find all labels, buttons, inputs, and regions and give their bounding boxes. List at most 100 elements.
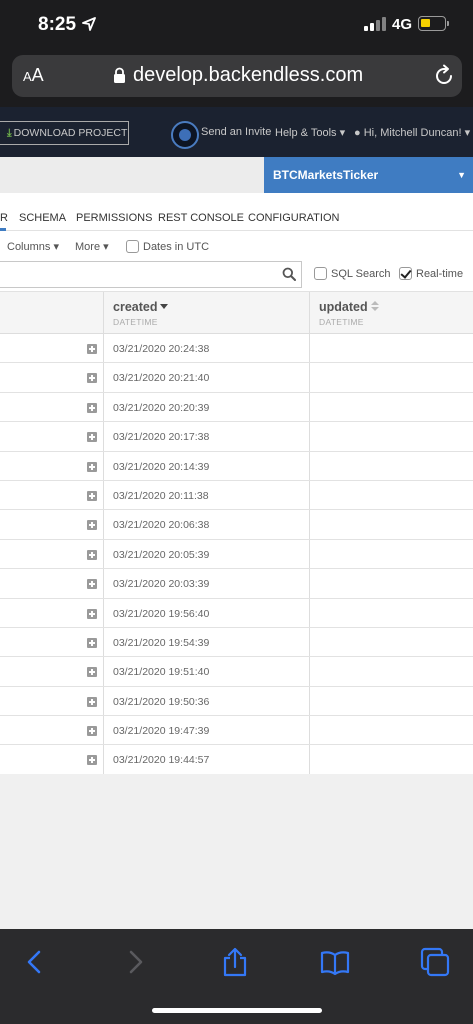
cell-created[interactable]: 03/21/2020 20:17:38 (103, 422, 309, 451)
expand-row-icon[interactable] (87, 520, 97, 531)
expand-row-icon[interactable] (87, 726, 97, 737)
expand-row-icon[interactable] (87, 549, 97, 560)
expand-row-icon[interactable] (87, 696, 97, 707)
search-input[interactable] (0, 261, 302, 288)
cell-created[interactable]: 03/21/2020 19:44:57 (103, 745, 309, 774)
table-row[interactable]: 03/21/2020 19:54:39 (0, 627, 473, 658)
cell-updated[interactable] (309, 451, 473, 480)
cell-updated[interactable] (309, 334, 473, 363)
sql-search-checkbox[interactable] (314, 267, 327, 280)
table-row[interactable]: 03/21/2020 20:24:38 (0, 334, 473, 364)
back-icon[interactable] (20, 947, 50, 977)
row-cell (0, 510, 103, 538)
table-row[interactable]: 03/21/2020 20:05:39 (0, 539, 473, 570)
cell-updated[interactable] (309, 392, 473, 422)
cell-updated[interactable] (309, 510, 473, 539)
table-row[interactable]: 03/21/2020 20:11:38 (0, 480, 473, 511)
cell-updated[interactable] (309, 539, 473, 569)
cell-created[interactable]: 03/21/2020 19:56:40 (103, 598, 309, 627)
columns-menu[interactable]: Columns ▾ (7, 240, 59, 253)
status-time: 8:25 (38, 14, 77, 35)
help-tools-menu[interactable]: Help & Tools ▾ (275, 126, 345, 139)
dates-utc-toggle[interactable]: Dates in UTC (126, 240, 209, 253)
expand-row-icon[interactable] (87, 461, 97, 472)
cell-updated[interactable] (309, 657, 473, 686)
row-cell (0, 422, 103, 450)
expand-row-icon[interactable] (87, 667, 97, 678)
bookmarks-icon[interactable] (320, 947, 350, 977)
dates-utc-checkbox[interactable] (126, 240, 139, 253)
table-row[interactable]: 03/21/2020 20:03:39 (0, 569, 473, 599)
reader-aa-button[interactable]: AA (23, 65, 44, 86)
row-cell (0, 393, 103, 421)
cell-created[interactable]: 03/21/2020 19:51:40 (103, 657, 309, 686)
expand-row-icon[interactable] (87, 490, 97, 501)
cell-created[interactable]: 03/21/2020 20:05:39 (103, 539, 309, 569)
cell-updated[interactable] (309, 745, 473, 774)
cell-updated[interactable] (309, 598, 473, 627)
expand-row-icon[interactable] (87, 608, 97, 619)
table-row[interactable]: 03/21/2020 19:44:57 (0, 745, 473, 775)
expand-row-icon[interactable] (87, 402, 97, 413)
cell-created[interactable]: 03/21/2020 20:14:39 (103, 451, 309, 480)
cell-updated[interactable] (309, 686, 473, 716)
table-row[interactable]: 03/21/2020 19:47:39 (0, 716, 473, 746)
table-row[interactable]: 03/21/2020 19:56:40 (0, 598, 473, 628)
row-cell (0, 745, 103, 773)
cell-updated[interactable] (309, 627, 473, 657)
user-menu[interactable]: ● Hi, Mitchell Duncan! ▾ (354, 126, 470, 139)
expand-row-icon[interactable] (87, 637, 97, 648)
sort-icon[interactable] (370, 301, 379, 312)
sort-descending-icon[interactable] (160, 304, 169, 309)
table-row[interactable]: 03/21/2020 19:50:36 (0, 686, 473, 717)
cell-updated[interactable] (309, 363, 473, 392)
app-selector[interactable]: BTCMarketsTicker ▼ (264, 157, 473, 193)
expand-row-icon[interactable] (87, 344, 97, 354)
download-project-button[interactable]: ⤓ DOWNLOAD PROJECT (0, 121, 129, 145)
table-row[interactable]: 03/21/2020 20:06:38 (0, 510, 473, 540)
cell-created[interactable]: 03/21/2020 20:11:38 (103, 480, 309, 510)
tab-permissions[interactable]: PERMISSIONS (76, 212, 152, 224)
cell-updated[interactable] (309, 480, 473, 510)
tab-data[interactable]: R (0, 212, 8, 224)
expand-row-icon[interactable] (87, 373, 97, 384)
cell-created[interactable]: 03/21/2020 20:06:38 (103, 510, 309, 539)
sql-search-toggle[interactable]: SQL Search (314, 267, 391, 280)
table-row[interactable]: 03/21/2020 20:14:39 (0, 451, 473, 481)
more-menu[interactable]: More ▾ (75, 240, 109, 253)
reload-icon[interactable] (432, 64, 456, 88)
forward-icon[interactable] (120, 947, 150, 977)
tab-rest-console[interactable]: REST CONSOLE (158, 212, 244, 224)
table-row[interactable]: 03/21/2020 20:21:40 (0, 363, 473, 393)
send-invite-link[interactable]: Send an Invite (201, 126, 271, 138)
search-icon[interactable] (282, 267, 296, 281)
cell-created[interactable]: 03/21/2020 19:54:39 (103, 627, 309, 657)
cell-created[interactable]: 03/21/2020 20:24:38 (103, 334, 309, 363)
tabs-icon[interactable] (420, 947, 450, 977)
cell-created[interactable]: 03/21/2020 19:47:39 (103, 716, 309, 745)
expand-row-icon[interactable] (87, 579, 97, 590)
cell-updated[interactable] (309, 422, 473, 451)
invite-avatar-icon[interactable] (171, 121, 199, 149)
cell-updated[interactable] (309, 569, 473, 598)
column-header-created[interactable]: created DATETIME (103, 292, 309, 334)
table-row[interactable]: 03/21/2020 19:51:40 (0, 657, 473, 687)
cell-created[interactable]: 03/21/2020 20:20:39 (103, 392, 309, 422)
column-header-updated[interactable]: updated DATETIME (309, 292, 473, 334)
tab-configuration[interactable]: CONFIGURATION (248, 212, 339, 224)
expand-row-icon[interactable] (87, 432, 97, 443)
cell-created[interactable]: 03/21/2020 20:03:39 (103, 569, 309, 598)
row-cell (0, 657, 103, 685)
tab-schema[interactable]: SCHEMA (19, 212, 66, 224)
share-icon[interactable] (220, 947, 250, 977)
table-row[interactable]: 03/21/2020 20:20:39 (0, 392, 473, 423)
expand-row-icon[interactable] (87, 755, 97, 766)
realtime-toggle[interactable]: Real-time (399, 267, 463, 280)
cell-created[interactable]: 03/21/2020 19:50:36 (103, 686, 309, 716)
address-bar[interactable]: AA develop.backendless.com (12, 55, 462, 97)
row-cell (0, 334, 103, 362)
cell-created[interactable]: 03/21/2020 20:21:40 (103, 363, 309, 392)
table-row[interactable]: 03/21/2020 20:17:38 (0, 422, 473, 452)
cell-updated[interactable] (309, 716, 473, 745)
realtime-checkbox[interactable] (399, 267, 412, 280)
